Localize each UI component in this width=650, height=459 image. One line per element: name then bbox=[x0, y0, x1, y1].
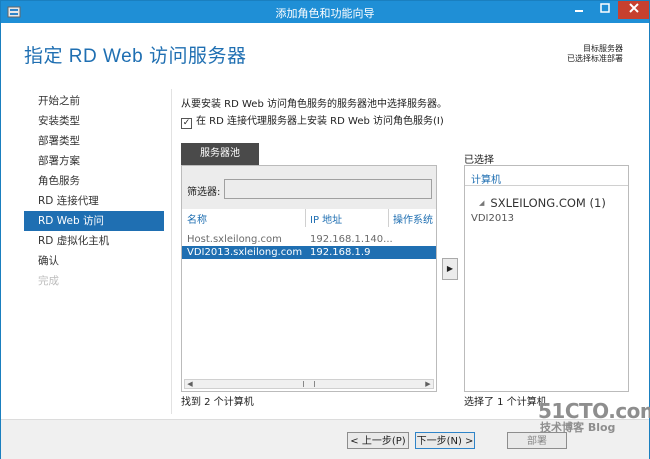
selected-count: 选择了 1 个计算机 bbox=[464, 397, 547, 408]
selected-item[interactable]: VDI2013 bbox=[471, 213, 514, 224]
found-count: 找到 2 个计算机 bbox=[181, 397, 254, 408]
column-header-os[interactable]: 操作系统 bbox=[393, 211, 433, 226]
wizard-nav: 开始之前 安装类型 部署类型 部署方案 角色服务 RD 连接代理 RD Web … bbox=[24, 91, 164, 291]
nav-item-rd-connection-broker[interactable]: RD 连接代理 bbox=[24, 191, 164, 211]
close-icon bbox=[628, 3, 639, 13]
window-title: 添加角色和功能向导 bbox=[275, 7, 375, 20]
filter-bar: 筛选器: bbox=[182, 166, 436, 209]
close-button[interactable] bbox=[618, 1, 649, 19]
target-server-value: 已选择标准部署 bbox=[567, 54, 623, 63]
column-separator[interactable] bbox=[388, 209, 389, 227]
row-ip: 192.168.1.140... bbox=[310, 234, 393, 245]
nav-item-confirmation[interactable]: 确认 bbox=[24, 251, 164, 271]
nav-divider bbox=[171, 89, 172, 414]
maximize-button[interactable] bbox=[592, 1, 618, 19]
column-separator bbox=[465, 185, 628, 186]
nav-item-role-services[interactable]: 角色服务 bbox=[24, 171, 164, 191]
nav-item-completion: 完成 bbox=[38, 275, 59, 287]
watermark: 51CTO.com 技术博客 Blog bbox=[538, 401, 650, 434]
selected-group-label: SXLEILONG.COM (1) bbox=[490, 196, 606, 210]
row-name: VDI2013.sxleilong.com bbox=[187, 247, 303, 258]
filter-label: 筛选器: bbox=[187, 187, 221, 198]
column-header-name[interactable]: 名称 bbox=[187, 211, 207, 226]
wizard-window: 添加角色和功能向导 指定 RD Web 访问服务器 目标服务器 已选择标准部署 … bbox=[0, 0, 650, 459]
scroll-right-icon[interactable]: ▶ bbox=[423, 380, 433, 388]
selected-group[interactable]: ◢ SXLEILONG.COM (1) bbox=[479, 196, 606, 210]
selected-title: 已选择 bbox=[464, 155, 494, 166]
add-to-selected-button[interactable]: ▶ bbox=[442, 258, 458, 280]
nav-item-installation-type[interactable]: 安装类型 bbox=[24, 111, 164, 131]
column-separator[interactable] bbox=[305, 209, 306, 227]
scroll-thumb[interactable] bbox=[303, 381, 315, 387]
install-on-broker-checkbox[interactable]: ✓ bbox=[181, 118, 192, 129]
nav-item-rd-web-access[interactable]: RD Web 访问 bbox=[24, 211, 164, 231]
row-ip: 192.168.1.9 bbox=[310, 247, 371, 258]
nav-item-deployment-type[interactable]: 部署类型 bbox=[24, 131, 164, 151]
nav-item-rd-virtualization-host[interactable]: RD 虚拟化主机 bbox=[24, 231, 164, 251]
selected-column-header[interactable]: 计算机 bbox=[471, 171, 501, 186]
minimize-icon bbox=[575, 10, 583, 12]
row-name: Host.sxleilong.com bbox=[187, 234, 282, 245]
minimize-button[interactable] bbox=[566, 1, 592, 19]
tab-server-pool[interactable]: 服务器池 bbox=[181, 143, 259, 165]
install-on-broker-label: 在 RD 连接代理服务器上安装 RD Web 访问角色服务(I) bbox=[196, 116, 444, 127]
collapse-triangle-icon[interactable]: ◢ bbox=[479, 199, 484, 207]
target-server-label: 目标服务器 bbox=[583, 44, 623, 53]
target-server-info: 目标服务器 已选择标准部署 bbox=[567, 44, 623, 64]
filter-input[interactable] bbox=[224, 179, 432, 199]
nav-item-before-you-begin[interactable]: 开始之前 bbox=[24, 91, 164, 111]
page-title: 指定 RD Web 访问服务器 bbox=[24, 46, 247, 67]
server-pool-panel: 筛选器: 名称 IP 地址 操作系统 Host.sxleilong.com 19… bbox=[181, 165, 437, 392]
selected-panel: 计算机 ◢ SXLEILONG.COM (1) VDI2013 bbox=[464, 165, 629, 392]
next-button[interactable]: 下一步(N) > bbox=[415, 432, 475, 449]
instruction-text: 从要安装 RD Web 访问角色服务的服务器池中选择服务器。 bbox=[181, 99, 447, 110]
table-row[interactable]: VDI2013.sxleilong.com 192.168.1.9 bbox=[182, 246, 436, 259]
table-row[interactable]: Host.sxleilong.com 192.168.1.140... bbox=[182, 233, 436, 246]
previous-button[interactable]: < 上一步(P) bbox=[347, 432, 409, 449]
horizontal-scrollbar[interactable]: ◀ ▶ bbox=[184, 379, 434, 389]
scroll-left-icon[interactable]: ◀ bbox=[185, 380, 195, 388]
watermark-site: 51CTO.com bbox=[538, 399, 650, 423]
deploy-button: 部署 bbox=[507, 432, 567, 449]
install-on-broker-option[interactable]: ✓ 在 RD 连接代理服务器上安装 RD Web 访问角色服务(I) bbox=[181, 112, 444, 129]
title-bar[interactable]: 添加角色和功能向导 bbox=[1, 1, 649, 23]
column-header-ip[interactable]: IP 地址 bbox=[310, 211, 342, 226]
nav-item-deployment-scenario[interactable]: 部署方案 bbox=[24, 151, 164, 171]
maximize-icon bbox=[600, 3, 610, 13]
